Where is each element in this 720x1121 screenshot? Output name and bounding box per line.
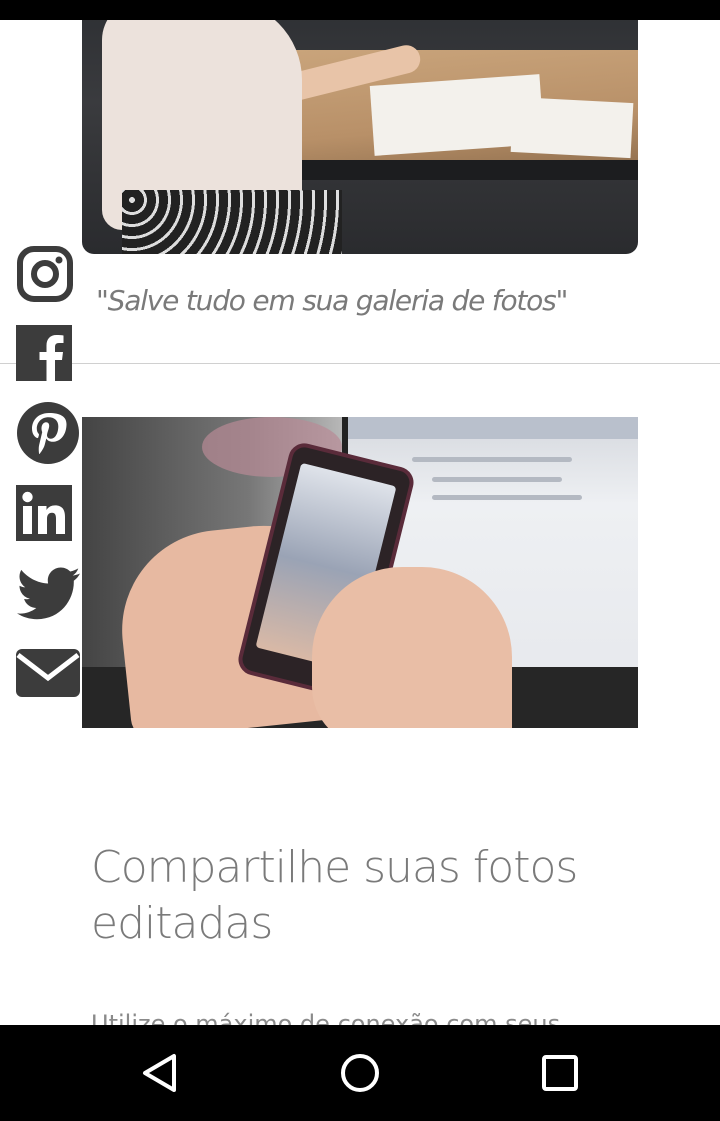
facebook-icon: [16, 325, 72, 381]
share-twitter-button[interactable]: [16, 565, 82, 623]
share-email-button[interactable]: [16, 647, 82, 699]
nav-back-button[interactable]: [136, 1049, 184, 1097]
share-pinterest-button[interactable]: [16, 401, 82, 465]
android-navigation-bar: [0, 1025, 720, 1121]
section-body-text: Utilize o máximo de conexão com seus: [91, 1010, 561, 1025]
divider: [0, 363, 720, 364]
status-bar: [0, 0, 720, 20]
home-circle-icon: [341, 1054, 379, 1092]
top-article-image: [82, 20, 638, 254]
nav-recents-button[interactable]: [536, 1049, 584, 1097]
back-triangle-icon: [143, 1054, 176, 1092]
share-facebook-button[interactable]: [16, 325, 82, 383]
linkedin-icon: [16, 485, 72, 541]
middle-article-image: [82, 417, 638, 728]
instagram-icon: [17, 246, 73, 302]
share-instagram-button[interactable]: [16, 245, 82, 303]
pinterest-icon: [17, 402, 79, 464]
email-icon: [16, 649, 80, 697]
section-heading: Compartilhe suas fotos editadas: [91, 842, 578, 949]
page-content[interactable]: "Salve tudo em sua galeria de fotos" Com…: [0, 20, 720, 1025]
recents-square-icon: [542, 1055, 578, 1091]
image-caption: "Salve tudo em sua galeria de fotos": [96, 284, 568, 317]
twitter-icon: [17, 567, 80, 620]
nav-home-button[interactable]: [336, 1049, 384, 1097]
share-linkedin-button[interactable]: [16, 485, 82, 543]
